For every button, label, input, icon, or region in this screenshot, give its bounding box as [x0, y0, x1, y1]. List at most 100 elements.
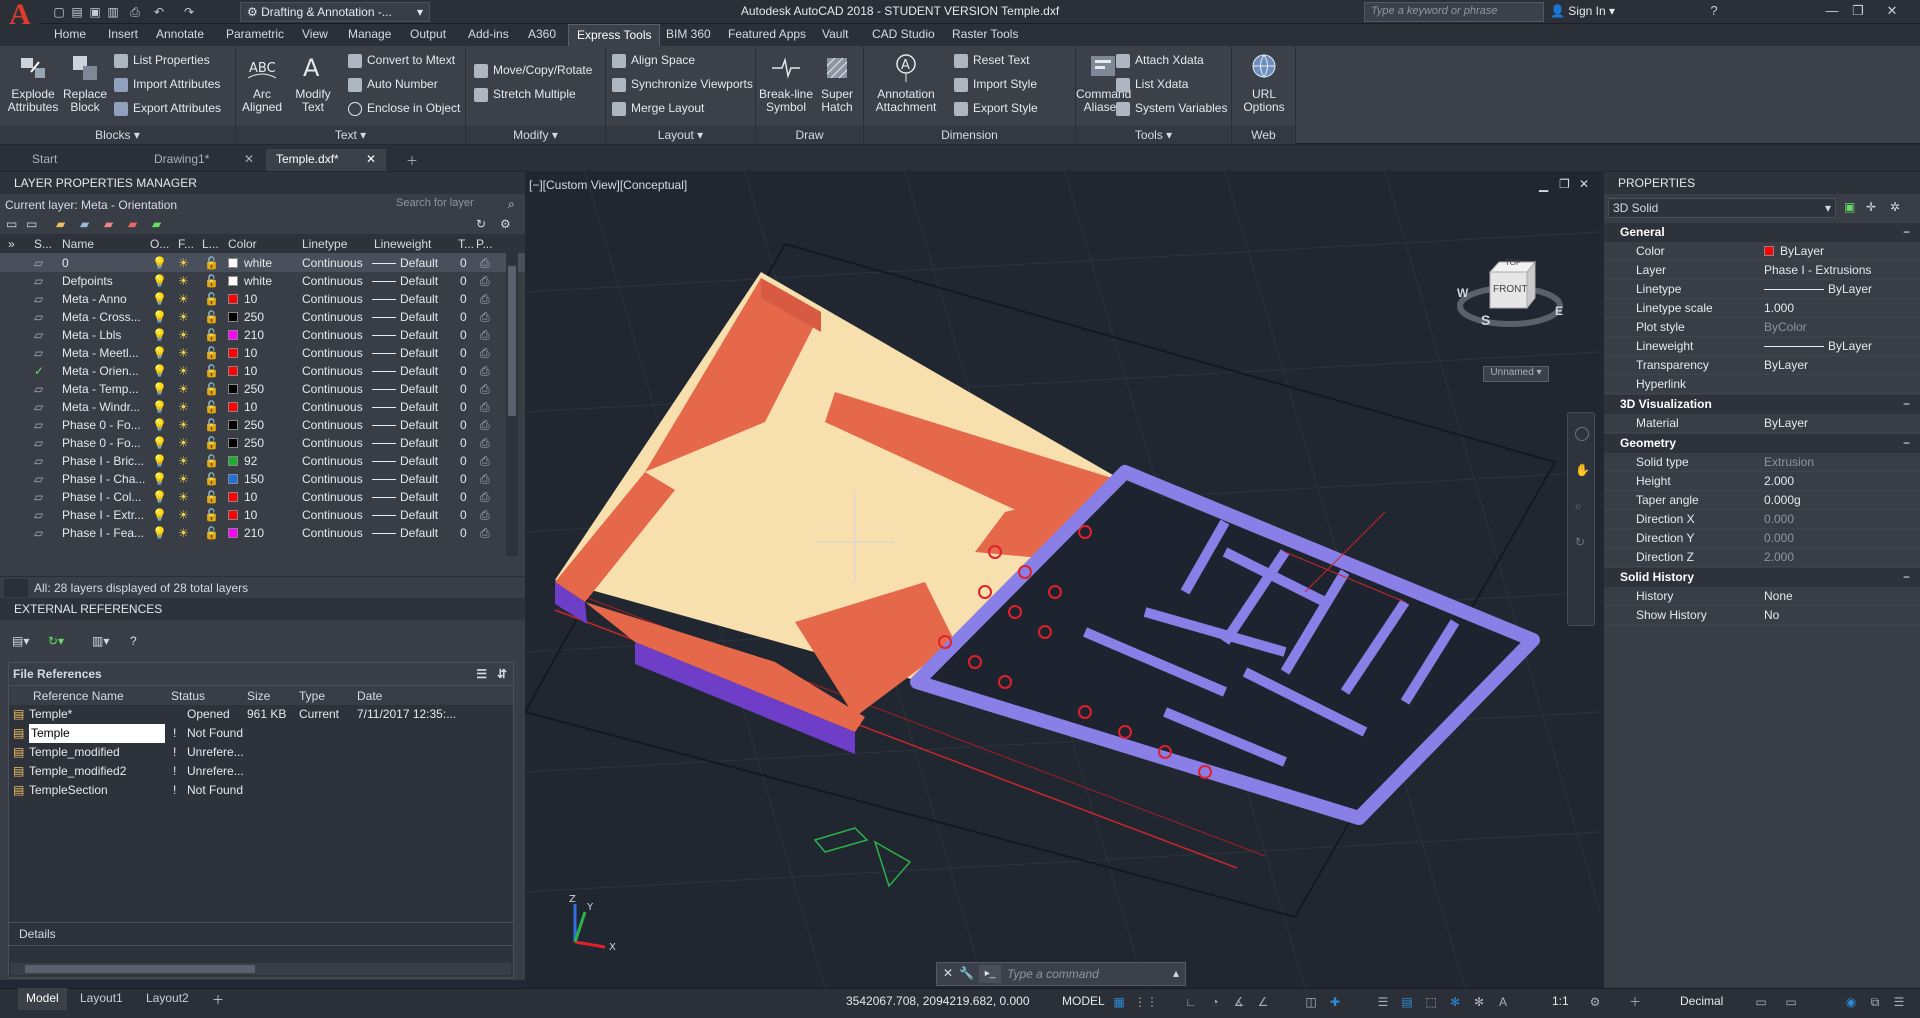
layer-row[interactable]: ▱ Phase I - Cha... 💡 ☀ 🔓 150 Continuous Default… — [0, 470, 525, 488]
property-value[interactable]: ByLayer — [1764, 337, 1910, 356]
unlock-icon[interactable]: 🔓 — [204, 416, 219, 434]
sun-icon[interactable]: ☀ — [178, 326, 189, 344]
lock-ui-icon[interactable]: ▭ — [1782, 992, 1800, 1012]
property-row[interactable]: History None — [1604, 587, 1920, 606]
tab-home[interactable]: Home — [46, 24, 94, 46]
layer-color[interactable]: 250 — [228, 416, 264, 434]
close-icon[interactable]: ✕ — [244, 152, 254, 166]
unlock-icon[interactable]: 🔓 — [204, 452, 219, 470]
tab-bim360[interactable]: BIM 360 — [658, 24, 719, 46]
printer-icon[interactable]: ⎙ — [480, 254, 490, 272]
tab-annotate[interactable]: Annotate — [148, 24, 212, 46]
attach-xdata-button[interactable]: Attach Xdata — [1116, 50, 1204, 70]
sun-icon[interactable]: ☀ — [178, 344, 189, 362]
attach-dwg-icon[interactable]: ▤▾ — [12, 634, 29, 648]
cube-front-label[interactable]: FRONT — [1493, 284, 1527, 295]
navigation-bar[interactable]: ✋ ⌕ ↻ — [1567, 412, 1595, 626]
expand-icon[interactable]: » — [8, 237, 15, 251]
tab-manage[interactable]: Manage — [340, 24, 399, 46]
layer-color[interactable]: white — [228, 272, 272, 290]
layer-name[interactable]: Meta - Anno — [62, 290, 148, 308]
layer-transparency[interactable]: 0 — [460, 470, 467, 488]
col-color[interactable]: Color — [228, 237, 257, 251]
quick-properties-icon[interactable]: ▭ — [1752, 992, 1770, 1012]
layer-lineweight[interactable]: Default — [372, 488, 438, 506]
sun-icon[interactable]: ☀ — [178, 470, 189, 488]
layer-transparency[interactable]: 0 — [460, 326, 467, 344]
layer-lineweight[interactable]: Default — [372, 452, 438, 470]
ortho-icon[interactable]: ∟ — [1182, 992, 1200, 1012]
layer-lineweight[interactable]: Default — [372, 416, 438, 434]
layer-lineweight[interactable]: Default — [372, 434, 438, 452]
layer-lineweight[interactable]: Default — [372, 470, 438, 488]
col-status[interactable]: S... — [34, 237, 52, 251]
printer-icon[interactable]: ⎙ — [480, 308, 490, 326]
tab-featured-apps[interactable]: Featured Apps — [720, 24, 814, 46]
delete-layer-icon[interactable]: ▰ — [104, 217, 113, 231]
layer-lineweight[interactable]: Default — [372, 506, 438, 524]
property-value[interactable]: 0.000g — [1764, 491, 1910, 510]
unlock-icon[interactable]: 🔓 — [204, 380, 219, 398]
layer-row[interactable]: ▱ Defpoints 💡 ☀ 🔓 white Continuous Default 0 ⎙ — [0, 272, 525, 290]
layer-row[interactable]: ▱ Meta - Meetl... 💡 ☀ 🔓 10 Continuous Default 0 ⎙ — [0, 344, 525, 362]
url-options-button[interactable]: URL Options — [1236, 52, 1292, 114]
osnap-icon[interactable]: ◫ — [1302, 992, 1320, 1012]
col-linetype[interactable]: Linetype — [302, 237, 347, 251]
col-lock[interactable]: L... — [202, 237, 219, 251]
col-size[interactable]: Size — [247, 689, 270, 703]
lightbulb-icon[interactable]: 💡 — [152, 416, 167, 434]
layer-row[interactable]: ▱ Phase I - Extr... 💡 ☀ 🔓 10 Continuous Default… — [0, 506, 525, 524]
selection-cycling-icon[interactable]: ⬚ — [1422, 992, 1440, 1012]
col-name[interactable]: Name — [62, 237, 94, 251]
layer-transparency[interactable]: 0 — [460, 416, 467, 434]
layer-color[interactable]: 92 — [228, 452, 257, 470]
layer-color[interactable]: 10 — [228, 290, 257, 308]
command-line[interactable]: ✕ 🔧 ▸_ Type a command ▴ — [936, 962, 1186, 986]
layer-linetype[interactable]: Continuous — [302, 344, 363, 362]
xref-hscrollbar[interactable] — [11, 963, 511, 975]
property-value[interactable]: None — [1764, 587, 1910, 606]
property-value[interactable]: 0.000 — [1764, 510, 1910, 529]
layer-row[interactable]: ✓ Meta - Orien... 💡 ☀ 🔓 10 Continuous Default 0 ⎙ — [0, 362, 525, 380]
layer-name[interactable]: Meta - Cross... — [62, 308, 148, 326]
layer-name[interactable]: Meta - Meetl... — [62, 344, 148, 362]
sun-icon[interactable]: ☀ — [178, 452, 189, 470]
undo-icon[interactable]: ↶ — [150, 3, 168, 21]
close-icon[interactable]: ✕ — [1880, 2, 1904, 22]
steering-wheel-icon[interactable] — [1575, 427, 1589, 441]
property-value[interactable]: ByLayer — [1764, 356, 1910, 375]
layer-row[interactable]: ▱ Meta - Anno 💡 ☀ 🔓 10 Continuous Default 0 ⎙ — [0, 290, 525, 308]
printer-icon[interactable]: ⎙ — [480, 398, 490, 416]
layer-transparency[interactable]: 0 — [460, 362, 467, 380]
tab-a360[interactable]: A360 — [520, 24, 564, 46]
layer-color[interactable]: 10 — [228, 344, 257, 362]
unlock-icon[interactable]: 🔓 — [204, 488, 219, 506]
layer-row[interactable]: ▱ Phase 0 - Fo... 💡 ☀ 🔓 250 Continuous Default 0… — [0, 434, 525, 452]
collapse-icon[interactable]: − — [1903, 568, 1910, 587]
printer-icon[interactable]: ⎙ — [480, 524, 490, 542]
lightbulb-icon[interactable]: 💡 — [152, 254, 167, 272]
tab-parametric[interactable]: Parametric — [218, 24, 292, 46]
xref-row[interactable]: ▤ TempleSection! Not Found — [9, 781, 513, 800]
layer-color[interactable]: 210 — [228, 524, 264, 542]
system-variables-button[interactable]: System Variables — [1116, 98, 1227, 118]
add-layout-button[interactable]: ＋ — [204, 988, 232, 1010]
model-canvas[interactable]: Z Y X — [525, 172, 1600, 988]
lightbulb-icon[interactable]: 💡 — [152, 344, 167, 362]
new-layer-vp-frozen-icon[interactable]: ▰ — [80, 217, 89, 231]
chevron-up-icon[interactable]: ▴ — [1173, 966, 1179, 980]
open-icon[interactable]: ▤ — [68, 3, 86, 21]
printer-icon[interactable]: ⎙ — [480, 362, 490, 380]
enclose-in-object-button[interactable]: Enclose in Object — [348, 98, 460, 118]
unlock-icon[interactable]: 🔓 — [204, 308, 219, 326]
layer-lineweight[interactable]: Default — [372, 524, 438, 542]
move-copy-rotate-button[interactable]: Move/Copy/Rotate — [474, 60, 592, 80]
layer-lineweight[interactable]: Default — [372, 326, 438, 344]
help-icon[interactable]: ? — [130, 634, 137, 648]
lightbulb-icon[interactable]: 💡 — [152, 506, 167, 524]
details-panel[interactable]: Details — [8, 922, 514, 946]
collapse-icon[interactable]: − — [1903, 434, 1910, 453]
property-row[interactable]: Direction X 0.000 — [1604, 510, 1920, 529]
annotation-attachment-button[interactable]: A Annotation Attachment — [866, 52, 946, 114]
convert-to-mtext-button[interactable]: Convert to Mtext — [348, 50, 455, 70]
